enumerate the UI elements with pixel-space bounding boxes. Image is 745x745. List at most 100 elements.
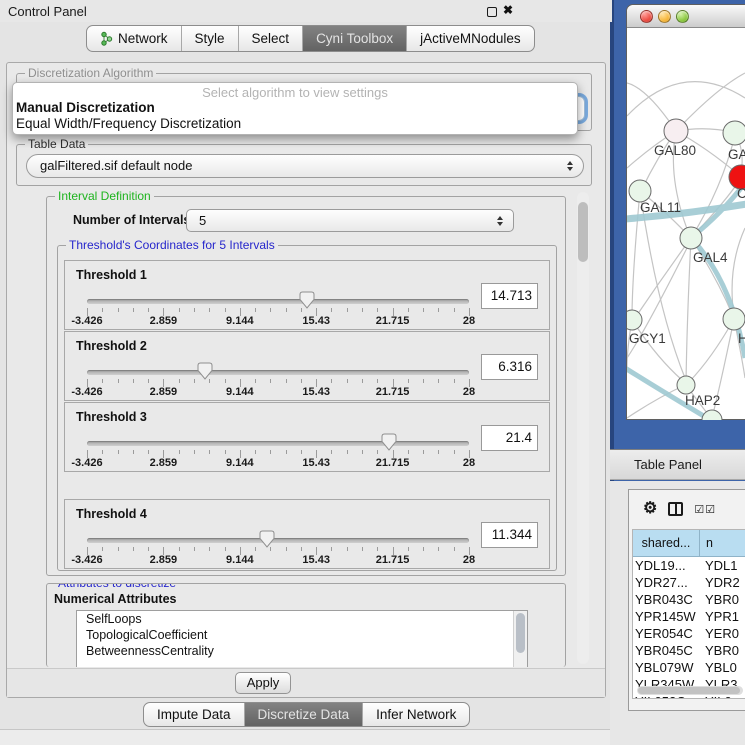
table-cell: YBR045C [633, 642, 700, 659]
table-cell: YBL0 [700, 659, 745, 676]
apply-button[interactable]: Apply [235, 672, 291, 694]
threshold-value-field[interactable]: 11.344 [481, 522, 538, 548]
scale-tick-label: 2.859 [150, 457, 178, 469]
table-row[interactable]: YER054CYER0 [633, 625, 745, 642]
minimize-traffic-light[interactable] [658, 10, 671, 23]
node-gal11[interactable] [629, 180, 651, 202]
dropdown-option-equal-width[interactable]: Equal Width/Frequency Discretization [13, 116, 577, 132]
tab-jactivemnodules[interactable]: jActiveMNodules [406, 26, 534, 51]
threshold-slider[interactable]: -3.4262.8599.14415.4321.71528 [87, 289, 469, 329]
network-icon [100, 31, 113, 46]
node-gal4[interactable] [680, 227, 702, 249]
tab-impute-data[interactable]: Impute Data [144, 703, 244, 726]
horizontal-scrollbar[interactable] [637, 686, 743, 695]
attribute-item[interactable]: TopologicalCoefficient [77, 627, 527, 643]
threshold-slider[interactable]: -3.4262.8599.14415.4321.71528 [87, 431, 469, 471]
scale-tick-label: -3.426 [71, 315, 102, 327]
table-row[interactable]: YPR145WYPR1 [633, 608, 745, 625]
network-window-titlebar[interactable] [627, 5, 745, 28]
vertical-scrollbar[interactable] [513, 611, 527, 667]
network-canvas[interactable]: GAL80 GA C GAL11 GAL4 GCY1 H HAP2 [627, 28, 745, 420]
node-label: GCY1 [629, 331, 666, 346]
scale-tick-label: 15.43 [302, 554, 330, 566]
tab-cyni-toolbox[interactable]: Cyni Toolbox [302, 26, 406, 51]
threshold-value-field[interactable]: 14.713 [481, 283, 538, 309]
table-cell: YBR0 [700, 642, 745, 659]
close-traffic-light[interactable] [640, 10, 653, 23]
node-label: HAP2 [685, 393, 720, 408]
column-header-name[interactable]: n [700, 530, 745, 557]
table-row[interactable]: YBL079WYBL0 [633, 659, 745, 676]
tab-discretize-data[interactable]: Discretize Data [244, 703, 363, 726]
table-panel: ⚙ ☑☑ shared... n YDL19...YDL1YDR27...YDR… [610, 481, 745, 745]
scale-tick-label: -3.426 [71, 386, 102, 398]
combo-stepper-icon [567, 161, 573, 171]
combo-value: galFiltered.sif default node [40, 158, 192, 173]
table-row[interactable]: YDL19...YDL1 [633, 557, 745, 574]
numerical-attributes-list[interactable]: SelfLoopsTopologicalCoefficientBetweenne… [76, 610, 528, 667]
node-hap2[interactable] [677, 376, 695, 394]
table-cell: YER0 [700, 625, 745, 642]
thresholds-list: Threshold 1-3.4262.8599.14415.4321.71528… [58, 260, 556, 569]
scale-tick-label: 2.859 [150, 386, 178, 398]
network-view-window: GAL80 GA C GAL11 GAL4 GCY1 H HAP2 [626, 4, 745, 420]
threshold-panel: Threshold 3 -3.4262.8599.14415.4321.71528… [64, 402, 550, 472]
node-label: GAL4 [693, 250, 728, 265]
group-title: Threshold's Coordinates for 5 Intervals [66, 238, 278, 252]
checkbox-icons[interactable]: ☑☑ [694, 503, 716, 516]
slider-thumb-icon[interactable] [381, 433, 397, 451]
node-gcy1[interactable] [627, 310, 642, 330]
table-row[interactable]: YBR045CYBR0 [633, 642, 745, 659]
table-cell: YPR1 [700, 608, 745, 625]
table-data-combo[interactable]: galFiltered.sif default node [26, 154, 584, 178]
tab-select[interactable]: Select [238, 26, 303, 51]
close-icon[interactable]: ✖ [503, 3, 513, 17]
table-rows: YDL19...YDL1YDR27...YDR2YBR043CYBR0YPR14… [633, 557, 745, 699]
tab-style[interactable]: Style [181, 26, 238, 51]
group-title: Interval Definition [55, 189, 154, 203]
split-columns-icon[interactable] [668, 502, 683, 516]
tab-infer-network[interactable]: Infer Network [362, 703, 469, 726]
threshold-label: Threshold 4 [76, 507, 147, 521]
threshold-label: Threshold 3 [76, 410, 147, 424]
numerical-attributes-label: Numerical Attributes [54, 592, 176, 606]
slider-thumb-icon[interactable] [299, 291, 315, 309]
slider-thumb-icon[interactable] [197, 362, 213, 380]
tab-network[interactable]: Network [87, 26, 181, 51]
column-header-shared[interactable]: shared... [633, 530, 700, 557]
table-row[interactable]: YBR043CYBR0 [633, 591, 745, 608]
threshold-panel: Threshold 4-3.4262.8599.14415.4321.71528… [64, 499, 550, 569]
slider-thumb-icon[interactable] [259, 530, 275, 548]
scale-tick-label: 9.144 [226, 386, 254, 398]
threshold-slider[interactable]: -3.4262.8599.14415.4321.71528 [87, 360, 469, 400]
group-title: Table Data [25, 137, 88, 151]
node-gal80[interactable] [664, 119, 688, 143]
threshold-value-field[interactable]: 6.316 [481, 354, 538, 380]
float-window-icon[interactable] [487, 7, 497, 17]
zoom-traffic-light[interactable] [676, 10, 689, 23]
node-bottom[interactable] [702, 410, 722, 420]
scale-tick-label: 28 [463, 315, 475, 327]
attribute-item[interactable]: BetweennessCentrality [77, 643, 527, 659]
node-label: C [737, 186, 745, 201]
node-h[interactable] [723, 308, 745, 330]
table-cell: YPR145W [633, 608, 700, 625]
threshold-slider[interactable]: -3.4262.8599.14415.4321.71528 [87, 528, 469, 568]
window-bottom-strip [0, 729, 610, 745]
gear-icon[interactable]: ⚙ [643, 501, 657, 517]
scale-tick-label: 21.715 [376, 386, 410, 398]
attribute-item[interactable]: SelfLoops [77, 611, 527, 627]
dropdown-hint: Select algorithm to view settings [13, 83, 577, 100]
scrollbar-thumb[interactable] [578, 202, 588, 262]
number-of-intervals-combo[interactable]: 5 [186, 209, 514, 232]
scrollbar-thumb[interactable] [638, 687, 740, 694]
panel-vertical-scrollbar[interactable] [577, 192, 589, 664]
algorithm-dropdown-popup: Select algorithm to view settings Manual… [12, 82, 578, 135]
threshold-value-field[interactable]: 21.4 [481, 425, 538, 451]
dropdown-option-manual[interactable]: Manual Discretization [13, 100, 577, 116]
scale-tick-label: 9.144 [226, 554, 254, 566]
node-top-right[interactable] [723, 121, 745, 145]
scrollbar-thumb[interactable] [516, 613, 525, 653]
table-row[interactable]: YDR27...YDR2 [633, 574, 745, 591]
table-cell: YBR0 [700, 591, 745, 608]
